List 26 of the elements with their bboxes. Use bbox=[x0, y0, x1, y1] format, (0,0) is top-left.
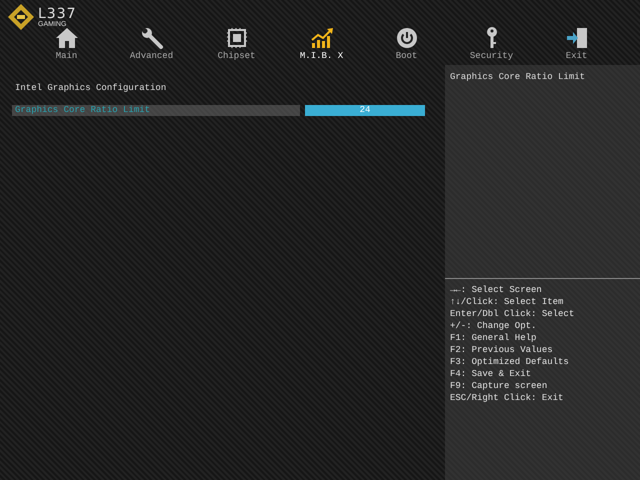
key-hint: ESC/Right Click: Exit bbox=[450, 392, 564, 404]
section-title: Intel Graphics Configuration bbox=[14, 83, 168, 93]
wrench-icon bbox=[140, 26, 164, 50]
chip-icon bbox=[224, 26, 248, 50]
menu-tab[interactable]: Advanced bbox=[109, 26, 194, 61]
menu-tab[interactable]: Exit bbox=[534, 26, 619, 61]
key-hint: F3: Optimized Defaults bbox=[450, 356, 570, 368]
key-hint: Enter/Dbl Click: Select bbox=[450, 308, 576, 320]
key-hint: F2: Previous Values bbox=[450, 344, 554, 356]
key-hint: F1: General Help bbox=[450, 332, 538, 344]
key-hint: +/-: Change Opt. bbox=[450, 320, 538, 332]
key-hint: ↑↓/Click: Select Item bbox=[450, 296, 564, 308]
menu-tab[interactable]: Boot bbox=[364, 26, 449, 61]
key-hint: →←: Select Screen bbox=[450, 284, 543, 296]
chart-icon bbox=[310, 26, 334, 50]
key-hint: F4: Save & Exit bbox=[450, 368, 532, 380]
help-description: Graphics Core Ratio Limit bbox=[450, 72, 586, 82]
logo-name: L337 bbox=[38, 6, 77, 20]
home-icon bbox=[54, 26, 78, 50]
menu-tab[interactable]: Main bbox=[24, 26, 109, 61]
power-icon bbox=[394, 26, 418, 50]
menu-tab[interactable]: M.I.B. X bbox=[279, 26, 364, 61]
exit-door-icon bbox=[564, 26, 588, 50]
menu-tab[interactable]: Security bbox=[449, 26, 534, 61]
menu-tab[interactable]: Chipset bbox=[194, 26, 279, 61]
key-hint: F9: Capture screen bbox=[450, 380, 548, 392]
